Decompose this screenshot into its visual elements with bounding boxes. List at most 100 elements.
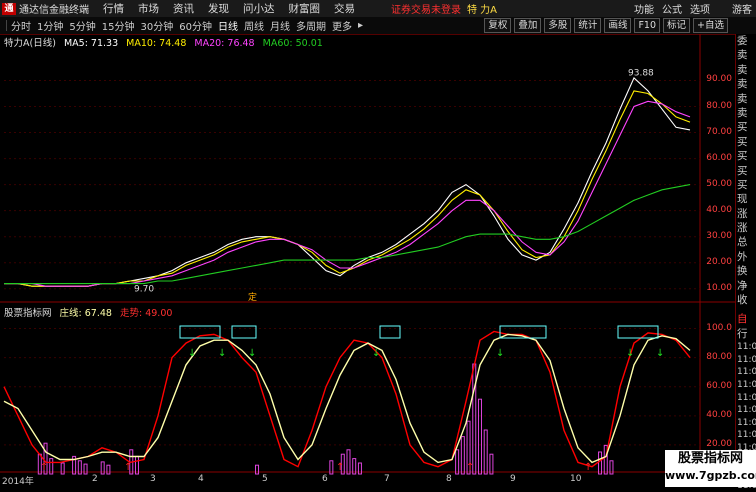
hangqing-label: 行情 — [737, 327, 748, 340]
date-tick-label: 5 — [262, 474, 268, 484]
price-MA10-line — [4, 90, 691, 287]
kline-chart-canvas[interactable]: ↓ ↓ ↓ ↓ ↓ ↓ ↓ ↑ ↑ ↑ ↑ ↑ 93.88 9.70 定 — [0, 34, 735, 487]
app-logo-icon: 通 — [2, 2, 16, 15]
period-daily[interactable]: 日线 — [218, 18, 238, 33]
top-signal-box — [617, 325, 659, 339]
volume-bar — [346, 449, 351, 475]
watermark-title: 股票指标网 — [677, 451, 743, 466]
indicator-走势-line — [3, 333, 691, 464]
duogu-button[interactable]: 多股 — [544, 18, 572, 33]
period-5min[interactable]: 5分钟 — [69, 18, 95, 33]
price-ma-lines — [4, 76, 691, 287]
quote-field-label: 外盘 — [737, 250, 748, 263]
indicator-tick-label: 100.0 — [706, 322, 732, 333]
tick-time: 11:08 — [737, 342, 756, 353]
price-MA20-line — [4, 100, 691, 287]
quote-field-label: 买四 — [737, 164, 748, 177]
date-tick-label: 3 — [150, 474, 156, 484]
top-signal-box — [231, 325, 257, 339]
period-toolbar: 分时 1分钟 5分钟 15分钟 30分钟 60分钟 日线 周线 月线 多周期 更… — [0, 17, 756, 35]
huaxian-button[interactable]: 画线 — [604, 18, 632, 33]
buy-arrow-icon: ↑ — [40, 462, 48, 473]
login-status[interactable]: 证券交易未登录 — [391, 1, 461, 16]
tick-time: 11:09 — [737, 417, 756, 428]
sell-arrow-icon: ↓ — [248, 348, 256, 359]
date-tick-label: 6 — [322, 474, 328, 484]
quote-field-label: 卖五 — [737, 49, 748, 62]
price-tick-label: 10.00 — [706, 282, 732, 293]
indicator-庄线-line — [3, 330, 691, 468]
period-1min[interactable]: 1分钟 — [37, 18, 63, 33]
price-tick-label: 40.00 — [706, 204, 732, 215]
buy-arrow-icon: ↑ — [466, 462, 474, 473]
menu-wenxiaoda[interactable]: 问小达 — [243, 1, 275, 16]
volume-bar — [598, 451, 603, 475]
menu-youke[interactable]: 游客 — [732, 1, 752, 16]
menu-shichang[interactable]: 市场 — [138, 1, 159, 16]
fuquan-button[interactable]: 复权 — [484, 18, 512, 33]
period-30min[interactable]: 30分钟 — [140, 18, 173, 33]
indicator-volume-bars — [37, 363, 614, 475]
add-favorite-button[interactable]: +自选 — [693, 18, 728, 33]
menu-xuanxiang[interactable]: 选项 — [690, 1, 710, 16]
menu-zixun[interactable]: 资讯 — [173, 1, 194, 16]
volume-bar — [455, 449, 460, 475]
menu-faxian[interactable]: 发现 — [208, 1, 229, 16]
buy-arrow-icon: ↑ — [124, 462, 132, 473]
quote-field-label: 现价 — [737, 193, 748, 206]
period-15min[interactable]: 15分钟 — [102, 18, 135, 33]
sell-arrow-icon: ↓ — [656, 348, 664, 359]
sell-arrow-icon: ↓ — [496, 348, 504, 359]
diejia-button[interactable]: 叠加 — [514, 18, 542, 33]
tongji-button[interactable]: 统计 — [574, 18, 602, 33]
price-tick-label: 80.00 — [706, 100, 732, 111]
date-tick-label: 8 — [446, 474, 452, 484]
quote-field-label: 净资 — [737, 279, 748, 292]
sell-arrow-icon: ↓ — [626, 348, 634, 359]
indicator-tick-label: 40.00 — [706, 409, 732, 420]
period-monthly[interactable]: 月线 — [270, 18, 290, 33]
price-tick-label: 70.00 — [706, 126, 732, 137]
period-multi[interactable]: 多周期 — [296, 18, 326, 33]
date-tick-label: 9 — [510, 474, 516, 484]
more-chevron-icon[interactable]: ▸ — [358, 20, 363, 31]
quote-field-label: 买五 — [737, 178, 748, 191]
indicator-tick-label: 20.00 — [706, 438, 732, 449]
period-weekly[interactable]: 周线 — [244, 18, 264, 33]
menu-jiaoyi[interactable]: 交易 — [334, 1, 355, 16]
quote-side-panel: 委比卖五卖四卖三卖二卖一买一买二买三买四买五现价涨跌涨幅总量外盘换手净资收益 自… — [735, 34, 756, 491]
quote-field-label: 涨跌 — [737, 207, 748, 220]
menu-caifuquan[interactable]: 财富圈 — [289, 1, 321, 16]
price-high-label: 93.88 — [628, 68, 654, 78]
buy-arrow-icon: ↑ — [584, 462, 592, 473]
biaoji-button[interactable]: 标记 — [663, 18, 691, 33]
period-60min[interactable]: 60分钟 — [179, 18, 212, 33]
period-fenshi[interactable]: 分时 — [11, 18, 31, 33]
price-tick-label: 20.00 — [706, 256, 732, 267]
buy-arrow-icon: ↑ — [336, 462, 344, 473]
tick-time: 11:08 — [737, 367, 756, 378]
sell-arrow-icon: ↓ — [188, 348, 196, 359]
quote-field-label: 买三 — [737, 150, 748, 163]
title-bar: 通 通达信金融终端 行情 市场 资讯 发现 问小达 财富圈 交易 证券交易未登录… — [0, 0, 756, 18]
tick-time: 11:09 — [737, 405, 756, 416]
quote-field-label: 买二 — [737, 135, 748, 148]
event-marker-label: 定 — [248, 291, 257, 303]
date-tick-label: 2014年 — [2, 477, 34, 487]
sell-arrow-icon: ↓ — [372, 348, 380, 359]
volume-bar — [255, 464, 260, 475]
menu-hangqing[interactable]: 行情 — [103, 1, 124, 16]
date-tick-label: 4 — [198, 474, 204, 484]
indicator-tick-label: 60.00 — [706, 380, 732, 391]
menu-gongshi[interactable]: 公式 — [662, 1, 682, 16]
price-low-label: 9.70 — [134, 284, 154, 294]
menu-gongneng[interactable]: 功能 — [634, 1, 654, 16]
f10-button[interactable]: F10 — [634, 18, 661, 33]
signal-marks: ↓ ↓ ↓ ↓ ↓ ↓ ↓ ↑ ↑ ↑ ↑ ↑ — [40, 325, 664, 473]
quote-field-label: 买一 — [737, 121, 748, 134]
period-more[interactable]: 更多 — [332, 18, 352, 33]
date-tick-label: 10 — [570, 474, 582, 484]
indicator-lines — [3, 330, 691, 468]
price-tick-label: 50.00 — [706, 178, 732, 189]
auto-label: 自动 — [737, 313, 748, 326]
